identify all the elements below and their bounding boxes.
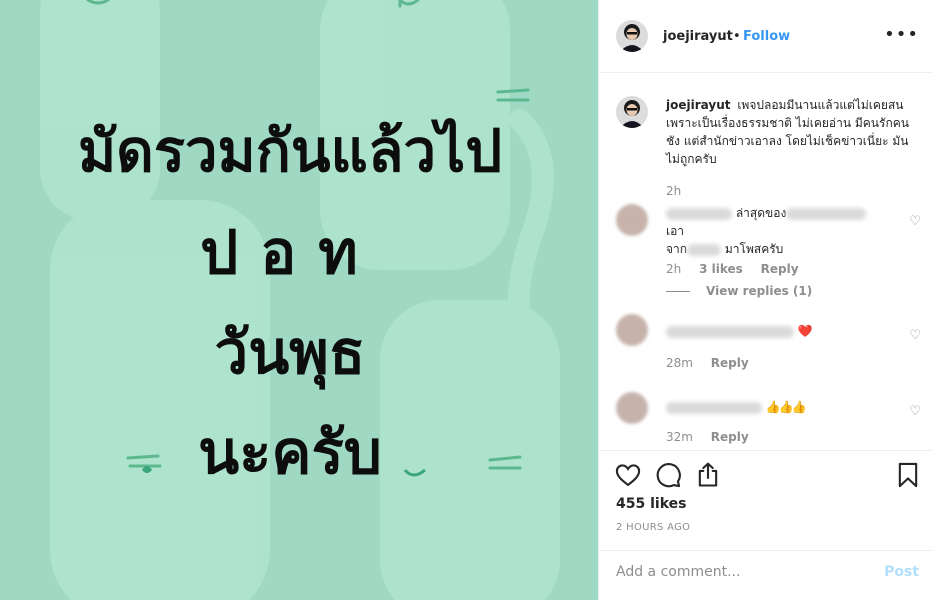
comments-list: joejirayut เพจปลอมมีนานแล้วแต่ไม่เคยสนเพ… xyxy=(599,74,933,450)
comment-bubble-icon[interactable] xyxy=(654,461,682,489)
reply-button[interactable]: Reply xyxy=(711,430,749,444)
comment-text-part: เอา xyxy=(666,224,685,238)
comment-likes[interactable]: 3 likes xyxy=(699,262,743,276)
comment-text: ❤️ xyxy=(666,322,886,340)
post-comment-button[interactable]: Post xyxy=(884,564,919,580)
comment-like-heart-icon[interactable]: ♡ xyxy=(909,328,921,343)
redacted-username xyxy=(666,401,762,414)
post-actions: 455 likes 2 HOURS AGO xyxy=(599,450,933,550)
post-timestamp[interactable]: 2 HOURS AGO xyxy=(616,522,690,533)
add-comment-input[interactable]: Add a comment... xyxy=(616,564,740,580)
likes-count[interactable]: 455 likes xyxy=(616,496,686,512)
thumbs-up-emoji: 👍👍👍 xyxy=(765,400,807,414)
more-options-icon[interactable]: ••• xyxy=(884,24,919,45)
image-text-line-2: ปอท xyxy=(200,218,380,288)
comment-like-heart-icon[interactable]: ♡ xyxy=(909,404,921,419)
caption-text: joejirayut เพจปลอมมีนานแล้วแต่ไม่เคยสนเพ… xyxy=(666,96,921,168)
comment-text: 👍👍👍 xyxy=(666,398,886,416)
commenter-avatar[interactable] xyxy=(616,314,648,346)
reply-button[interactable]: Reply xyxy=(761,262,799,276)
save-bookmark-icon[interactable] xyxy=(894,461,922,489)
heart-emoji: ❤️ xyxy=(797,324,813,338)
commenter-avatar[interactable] xyxy=(616,392,648,424)
avatar-image xyxy=(616,20,648,52)
author-username[interactable]: joejirayut xyxy=(663,29,733,44)
comment-text-part: มาโพสครับ xyxy=(724,242,784,256)
commenter-avatar[interactable] xyxy=(616,204,648,236)
reply-button[interactable]: Reply xyxy=(711,356,749,370)
comment-time[interactable]: 32m xyxy=(666,430,693,444)
view-replies-button[interactable]: View replies (1) xyxy=(666,284,812,298)
caption-avatar[interactable] xyxy=(616,96,648,128)
comment-meta: 28m Reply xyxy=(666,356,763,370)
comment-meta: 2h 3 likes Reply xyxy=(666,262,813,276)
redacted-username xyxy=(666,325,794,338)
avatar-image xyxy=(616,96,648,128)
image-text-line-3: วันพุธ xyxy=(214,318,366,388)
comment-text-part: ล่าสุดของ xyxy=(735,206,787,220)
post-header: joejirayut • Follow ••• xyxy=(599,0,933,73)
post-side-panel: joejirayut • Follow ••• joejirayut เพจปล… xyxy=(598,0,933,600)
caption-username[interactable]: joejirayut xyxy=(666,98,730,112)
author-avatar[interactable] xyxy=(616,20,648,52)
image-text-line-1: มัดรวมกันแล้วไป xyxy=(77,117,503,185)
comment-time[interactable]: 28m xyxy=(666,356,693,370)
caption-time[interactable]: 2h xyxy=(666,184,681,198)
header-separator: • xyxy=(733,29,741,44)
redacted-text xyxy=(786,207,867,220)
add-comment-bar: Add a comment... Post xyxy=(599,550,933,600)
post-image[interactable]: มัดรวมกันแล้วไป ปอท วันพุธ นะครับ xyxy=(0,0,598,600)
comment-text-part: จาก xyxy=(666,242,688,256)
comment-text: ล่าสุดของ เอา จาก มาโพสครับ xyxy=(666,204,886,258)
image-text-line-4: นะครับ xyxy=(198,418,382,488)
share-icon[interactable] xyxy=(694,461,722,489)
redacted-text xyxy=(687,243,722,256)
comment-time[interactable]: 2h xyxy=(666,262,681,276)
like-heart-icon[interactable] xyxy=(614,461,642,489)
follow-button[interactable]: Follow xyxy=(743,29,790,44)
comment-meta: 32m Reply xyxy=(666,430,763,444)
comment-like-heart-icon[interactable]: ♡ xyxy=(909,214,921,229)
redacted-username xyxy=(666,207,732,220)
